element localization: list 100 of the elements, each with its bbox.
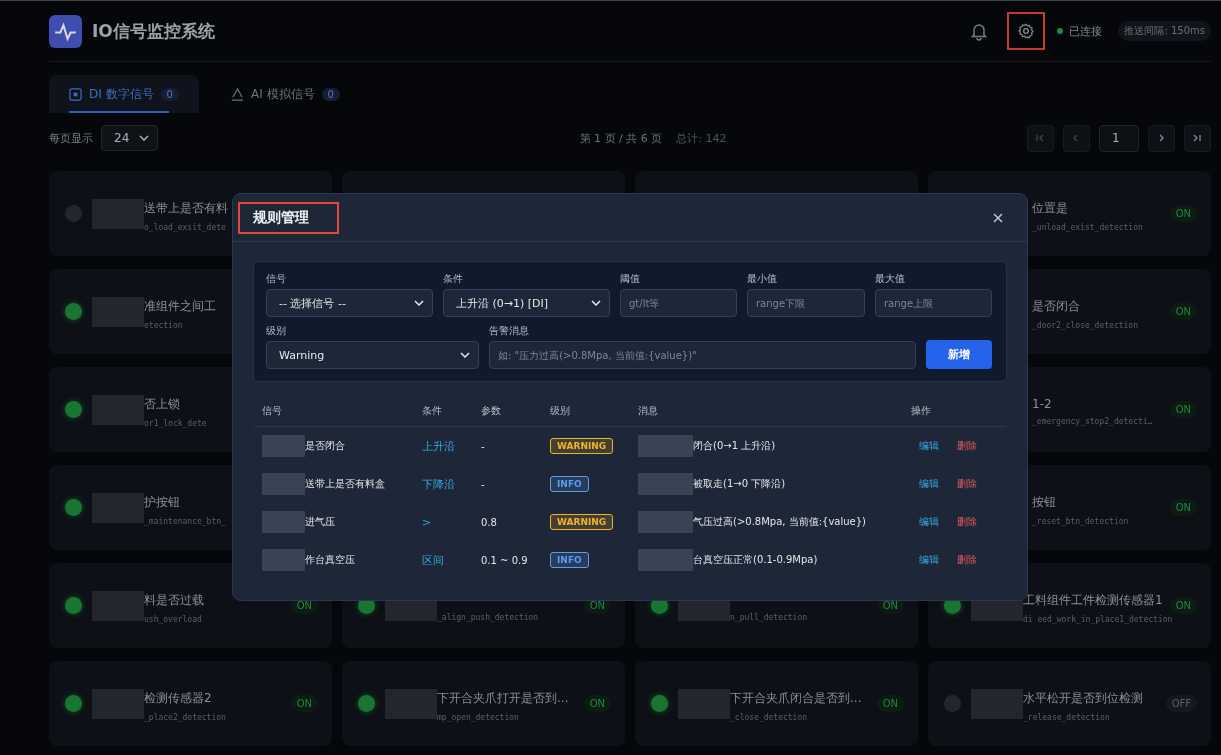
level-tag: WARNING bbox=[550, 514, 614, 530]
tab-label: AI 模拟信号 bbox=[250, 85, 315, 103]
signal-code: _align_push_detection bbox=[437, 613, 539, 622]
signal-name: 检测传感器2 bbox=[144, 689, 212, 707]
count-badge: 0 bbox=[321, 87, 340, 101]
add-button[interactable]: 新增 bbox=[926, 340, 992, 369]
next-page-button[interactable] bbox=[1148, 124, 1175, 152]
chevron-down-icon bbox=[414, 300, 424, 306]
redaction-block bbox=[638, 473, 693, 495]
chevron-down-icon bbox=[460, 352, 470, 358]
redaction-block bbox=[262, 549, 305, 571]
field-label: 最小值 bbox=[747, 272, 777, 286]
chevron-down-icon bbox=[591, 300, 601, 306]
max-value-field[interactable]: range上限 bbox=[875, 289, 992, 317]
redaction-block bbox=[262, 473, 305, 495]
signal-code: _release_detection bbox=[1023, 712, 1110, 722]
page-info: 第 1 页 / 共 6 页 bbox=[579, 130, 663, 146]
tab-label: DI 数字信号 bbox=[89, 85, 154, 103]
redaction-block bbox=[638, 435, 693, 457]
settings-button[interactable] bbox=[1007, 12, 1046, 50]
field-label: 级别 bbox=[266, 324, 286, 338]
triangle-icon bbox=[230, 87, 244, 101]
state-badge: ON bbox=[1169, 401, 1197, 418]
signal-name: 工料组件工件检测传感器1 bbox=[1023, 591, 1163, 609]
tab[interactable]: DI 数字信号 0 bbox=[49, 75, 199, 113]
signal-name: 准组件之间工 bbox=[144, 297, 216, 315]
state-badge: ON bbox=[1169, 597, 1197, 614]
column-header: 信号 bbox=[262, 404, 282, 418]
signal-code: _close_detection bbox=[730, 712, 808, 722]
app-title: IO信号监控系统 bbox=[92, 19, 215, 43]
total-count: 总计: 142 bbox=[676, 130, 727, 146]
delete-link[interactable]: 删除 bbox=[957, 553, 977, 567]
state-badge: ON bbox=[876, 695, 904, 712]
threshold-field[interactable]: gt/lt等 bbox=[620, 289, 737, 317]
min-value-field[interactable]: range下限 bbox=[747, 289, 865, 317]
settings-icon bbox=[1017, 22, 1036, 40]
state-badge: ON bbox=[290, 695, 318, 712]
signal-name: 1-2 bbox=[1032, 397, 1052, 411]
last-page-icon bbox=[1192, 133, 1203, 143]
first-page-icon bbox=[1035, 133, 1046, 143]
level-select[interactable]: Warning bbox=[266, 341, 479, 369]
alert-message-field[interactable]: 如: "压力过高(>0.8Mpa, 当前值:{value})" bbox=[489, 341, 916, 369]
push-interval-badge: 推送间隔: 150ms bbox=[1118, 21, 1211, 41]
redaction-block bbox=[638, 511, 693, 533]
delete-link[interactable]: 删除 bbox=[957, 515, 977, 529]
last-page-button[interactable] bbox=[1184, 124, 1211, 152]
column-header: 参数 bbox=[481, 404, 501, 418]
level-tag: INFO bbox=[550, 476, 589, 492]
table-cell: 作台真空压 bbox=[305, 553, 355, 567]
signal-name: 护按钮 bbox=[144, 493, 180, 511]
chip-icon bbox=[69, 87, 82, 101]
chevron-down-icon bbox=[139, 135, 150, 141]
signal-code: _maintenance_btn_ bbox=[144, 516, 226, 526]
signal-code: _emergency_stop2_detecti… bbox=[1032, 417, 1153, 426]
count-badge: 0 bbox=[160, 87, 179, 101]
signal-code: o_load_exsit_dete bbox=[144, 222, 226, 232]
state-badge: ON bbox=[1169, 499, 1197, 516]
edit-link[interactable]: 编辑 bbox=[919, 439, 939, 453]
signal-code: n_pull_detection bbox=[730, 613, 808, 622]
state-badge: ON bbox=[583, 695, 611, 712]
redaction-block bbox=[262, 435, 305, 457]
edit-link[interactable]: 编辑 bbox=[919, 515, 939, 529]
delete-link[interactable]: 删除 bbox=[957, 477, 977, 491]
signal-name: 位置是 bbox=[1032, 199, 1068, 217]
signal-name: 送带上是否有料 bbox=[144, 199, 228, 217]
signal-name: 下开合夹爪打开是否到... bbox=[437, 689, 569, 707]
page-size-select[interactable]: 24 bbox=[101, 125, 159, 151]
signal-name: 料是否过载 bbox=[144, 591, 204, 609]
signal-code: ush_overload bbox=[144, 614, 202, 624]
logo-icon bbox=[49, 14, 82, 48]
table-cell: - bbox=[481, 478, 485, 490]
page-number-field[interactable]: 1 bbox=[1099, 124, 1139, 152]
tab[interactable]: AI 模拟信号 0 bbox=[210, 75, 360, 113]
delete-link[interactable]: 删除 bbox=[957, 439, 977, 453]
signal-select[interactable]: -- 选择信号 -- bbox=[266, 289, 433, 317]
signal-code: mp_open_detection bbox=[437, 712, 519, 722]
redaction-block bbox=[262, 511, 305, 533]
edit-link[interactable]: 编辑 bbox=[919, 477, 939, 491]
state-badge: ON bbox=[1169, 205, 1197, 222]
signal-code: di eed_work_in_place1_detection bbox=[1023, 614, 1173, 624]
signal-name: 下开合夹爪闭合是否到... bbox=[730, 689, 862, 707]
table-cell: 是否闭合 bbox=[305, 439, 345, 453]
table-cell: 进气压 bbox=[305, 515, 335, 529]
table-cell: 气压过高(>0.8Mpa, 当前值:{value}) bbox=[693, 515, 866, 529]
level-tag: INFO bbox=[550, 552, 589, 568]
signal-code: _reset_btn_detection bbox=[1032, 516, 1129, 526]
signal-name: 否上锁 bbox=[144, 395, 180, 413]
field-label: 阈值 bbox=[620, 272, 640, 286]
edit-link[interactable]: 编辑 bbox=[919, 553, 939, 567]
signal-code: or1_lock_dete bbox=[144, 418, 207, 428]
signal-name: 水平松开是否到位检测 bbox=[1023, 689, 1143, 707]
signal-name: 按钮 bbox=[1032, 493, 1056, 511]
signal-name: 是否闭合 bbox=[1032, 297, 1080, 315]
condition-select[interactable]: 上升沿 (0→1) [DI] bbox=[443, 289, 610, 317]
column-header: 消息 bbox=[638, 404, 658, 418]
column-header: 条件 bbox=[422, 404, 442, 418]
bell-icon[interactable] bbox=[969, 21, 990, 41]
table-cell: 送带上是否有料盒 bbox=[305, 477, 385, 491]
table-cell: 被取走(1→0 下降沿) bbox=[693, 477, 786, 491]
field-label: 信号 bbox=[266, 272, 286, 286]
